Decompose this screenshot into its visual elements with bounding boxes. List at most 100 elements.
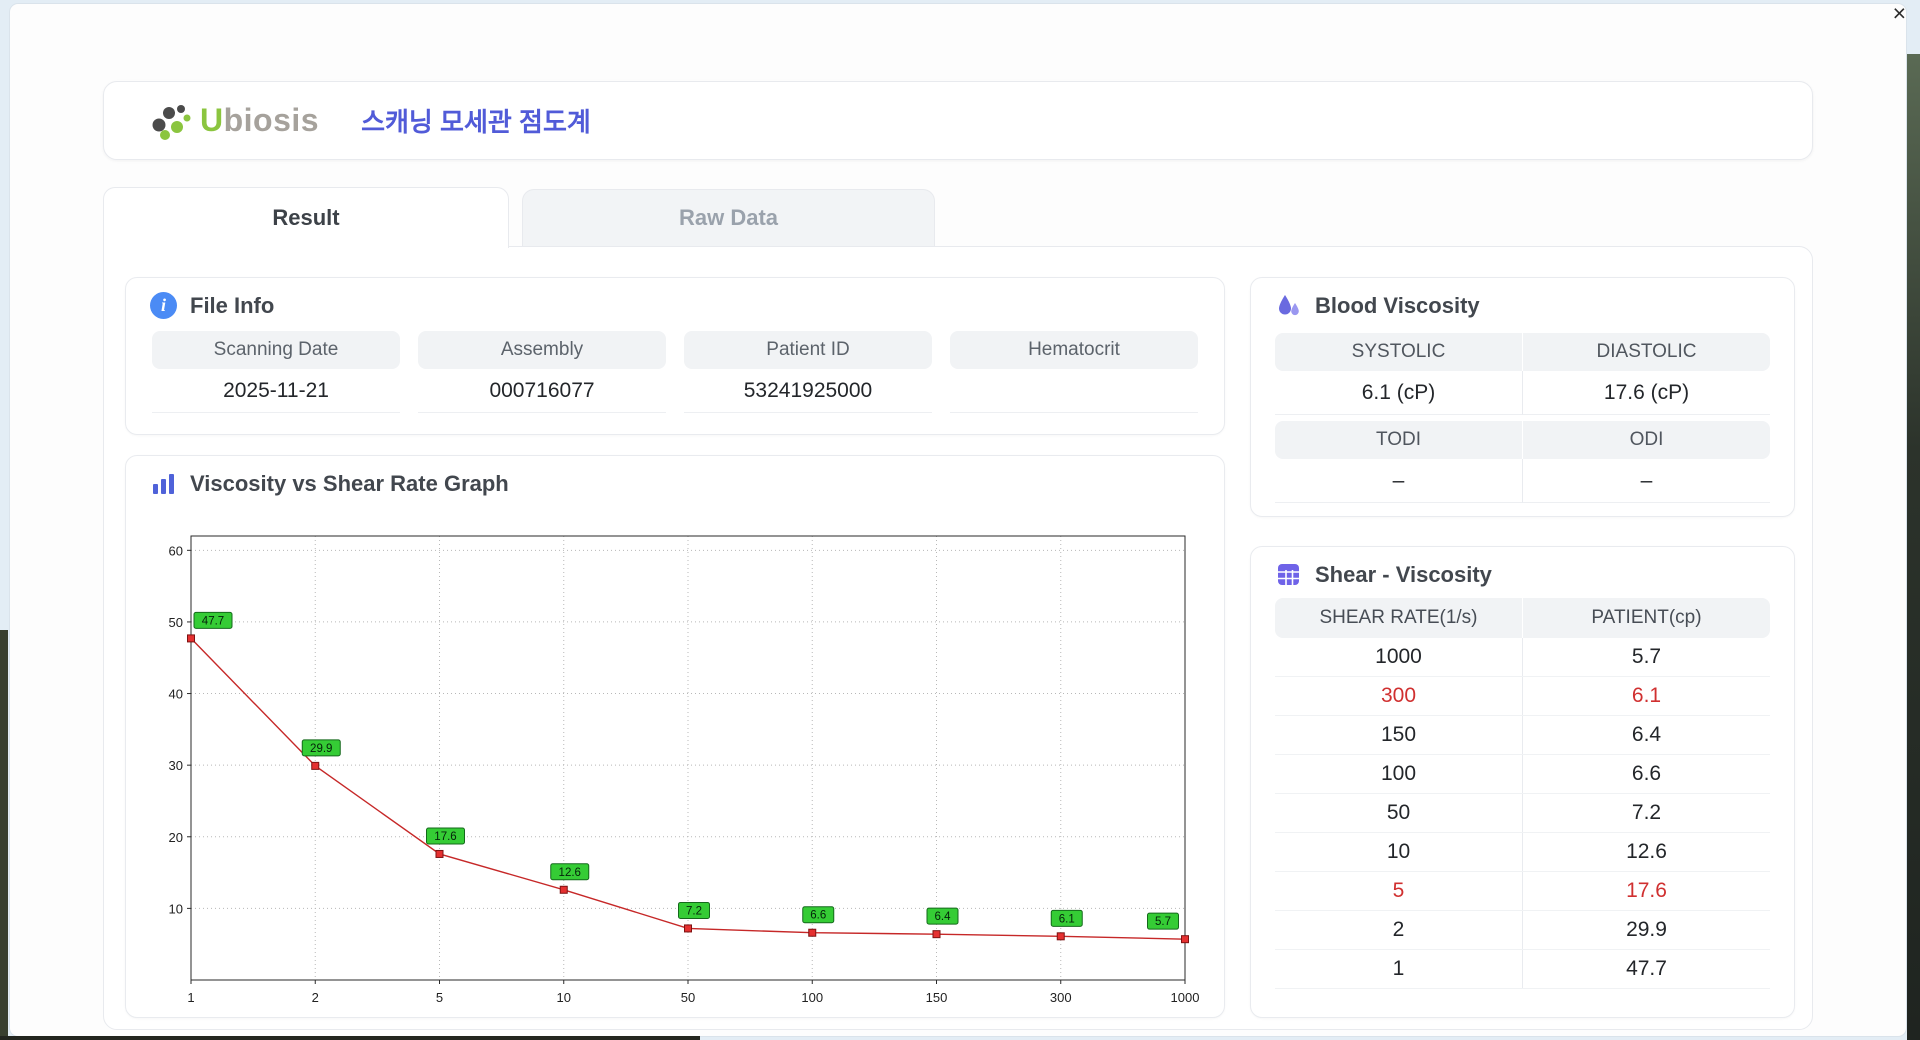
table-cell-patient-value: 12.6 [1522, 833, 1770, 871]
svg-text:5.7: 5.7 [1155, 916, 1171, 928]
table-cell-patient-value: 6.1 [1522, 677, 1770, 715]
table-cell-patient-value: 5.7 [1522, 638, 1770, 676]
svg-text:10: 10 [557, 990, 571, 1005]
file-info-header: i File Info [126, 278, 1224, 327]
field-value: 000716077 [418, 369, 666, 413]
table-row: 1000 5.7 [1275, 638, 1770, 677]
table-cell-patient-value: 6.6 [1522, 755, 1770, 793]
tab-raw-data[interactable]: Raw Data [522, 189, 935, 246]
bar-chart-icon [153, 474, 174, 494]
table-cell-shear-rate: 300 [1380, 684, 1417, 707]
svg-text:12.6: 12.6 [559, 867, 581, 879]
field-label: Patient ID [684, 331, 932, 369]
logo-initial: U [200, 102, 224, 138]
table-row: 5 17.6 [1275, 872, 1770, 911]
table-row: 2 29.9 [1275, 911, 1770, 950]
bv-label-row: SYSTOLIC DIASTOLIC [1275, 333, 1770, 371]
viscosity-graph-card: Viscosity vs Shear Rate Graph 10 20 30 40 50… [125, 455, 1225, 1018]
svg-text:50: 50 [681, 990, 695, 1005]
svg-text:40: 40 [169, 687, 183, 702]
svg-text:50: 50 [169, 615, 183, 630]
table-row: 1 47.7 [1275, 950, 1770, 989]
table-cell-patient-value: 6.4 [1522, 716, 1770, 754]
file-info-card: i File Info Scanning Date 2025-11-21 Assem… [125, 277, 1225, 435]
file-field: Assembly 000716077 [418, 331, 666, 413]
app-window: Ubiosis 스캐닝 모세관 점도계 Result Raw Data i Fi… [10, 4, 1906, 1036]
svg-text:7.2: 7.2 [686, 905, 702, 917]
svg-text:150: 150 [926, 990, 948, 1005]
blood-viscosity-card: Blood Viscosity SYSTOLIC DIASTOLIC 6.1 (cP… [1250, 277, 1795, 517]
field-label: Scanning Date [152, 331, 400, 369]
bv-value: 6.1 (cP) [1275, 371, 1522, 415]
field-label: Assembly [418, 331, 666, 369]
app-header: Ubiosis 스캐닝 모세관 점도계 [103, 81, 1813, 160]
blood-viscosity-body: SYSTOLIC DIASTOLIC 6.1 (cP) 17.6 (cP) TODI OD… [1251, 333, 1794, 503]
desktop-background-right [1907, 54, 1920, 1040]
table-cell-patient-value: 29.9 [1522, 911, 1770, 949]
logo-text: Ubiosis [200, 102, 319, 139]
table-column-header: SHEAR RATE(1/s) [1319, 607, 1478, 628]
file-field: Patient ID 53241925000 [684, 331, 932, 413]
table-row: 100 6.6 [1275, 755, 1770, 794]
svg-text:29.9: 29.9 [310, 743, 332, 755]
graph-title: Viscosity vs Shear Rate Graph [190, 470, 509, 496]
page-title: 스캐닝 모세관 점도계 [361, 107, 591, 137]
bv-label: ODI [1522, 421, 1770, 459]
field-value: 53241925000 [684, 369, 932, 413]
svg-text:6.1: 6.1 [1059, 913, 1075, 925]
info-icon: i [150, 292, 177, 319]
svg-text:30: 30 [169, 758, 183, 773]
file-info-fields: Scanning Date 2025-11-21 Assembly 000716077… [126, 327, 1224, 413]
field-value: 2025-11-21 [152, 369, 400, 413]
table-header-row: SHEAR RATE(1/s) PATIENT(cp) [1275, 598, 1770, 638]
field-value [950, 369, 1198, 413]
graph-header: Viscosity vs Shear Rate Graph [126, 456, 1224, 505]
bv-value: – [1522, 459, 1770, 503]
bv-value: 17.6 (cP) [1522, 371, 1770, 415]
table-cell-shear-rate: 10 [1386, 840, 1411, 863]
table-row: 300 6.1 [1275, 677, 1770, 716]
field-label: Hematocrit [950, 331, 1198, 369]
svg-text:60: 60 [169, 543, 183, 558]
tab-result[interactable]: Result [103, 187, 509, 248]
svg-text:6.6: 6.6 [810, 910, 826, 922]
bv-label: TODI [1375, 429, 1422, 450]
logo-remainder: biosis [223, 102, 320, 138]
svg-text:47.7: 47.7 [202, 615, 224, 627]
table-row: 50 7.2 [1275, 794, 1770, 833]
svg-text:2: 2 [312, 990, 319, 1005]
svg-text:6.4: 6.4 [935, 911, 952, 923]
close-icon[interactable]: × [1893, 0, 1906, 26]
table-cell-patient-value: 17.6 [1522, 872, 1770, 910]
bv-value: – [1275, 459, 1522, 503]
svg-text:10: 10 [169, 901, 183, 916]
file-field: Scanning Date 2025-11-21 [152, 331, 400, 413]
bv-value-row: – – [1275, 459, 1770, 503]
svg-text:300: 300 [1050, 990, 1072, 1005]
logo-dots-icon [152, 104, 191, 140]
table-cell-shear-rate: 1 [1392, 957, 1405, 980]
table-grid-icon [1278, 564, 1299, 585]
table-row: 10 12.6 [1275, 833, 1770, 872]
table-cell-patient-value: 47.7 [1522, 950, 1770, 988]
table-cell-shear-rate: 2 [1392, 918, 1405, 941]
desktop-background-bottom [0, 1036, 700, 1040]
shear-viscosity-title: Shear - Viscosity [1315, 561, 1492, 587]
blood-viscosity-header: Blood Viscosity [1251, 278, 1794, 327]
table-cell-shear-rate: 50 [1386, 801, 1411, 824]
svg-text:1000: 1000 [1171, 990, 1200, 1005]
table-cell-shear-rate: 100 [1380, 762, 1417, 785]
blood-viscosity-title: Blood Viscosity [1315, 292, 1480, 318]
table-cell-shear-rate: 150 [1380, 723, 1417, 746]
table-row: 150 6.4 [1275, 716, 1770, 755]
svg-text:5: 5 [436, 990, 443, 1005]
ubiosis-logo: Ubiosis [148, 100, 319, 142]
shear-viscosity-table: SHEAR RATE(1/s) PATIENT(cp) 1000 5.7 300 6.1 1… [1251, 596, 1794, 989]
bv-label: SYSTOLIC [1351, 341, 1446, 362]
table-cell-shear-rate: 5 [1392, 879, 1405, 902]
svg-text:1: 1 [187, 990, 194, 1005]
bv-value-row: 6.1 (cP) 17.6 (cP) [1275, 371, 1770, 415]
desktop-background-left [0, 630, 8, 1040]
svg-text:17.6: 17.6 [434, 831, 456, 843]
file-field: Hematocrit [950, 331, 1198, 413]
